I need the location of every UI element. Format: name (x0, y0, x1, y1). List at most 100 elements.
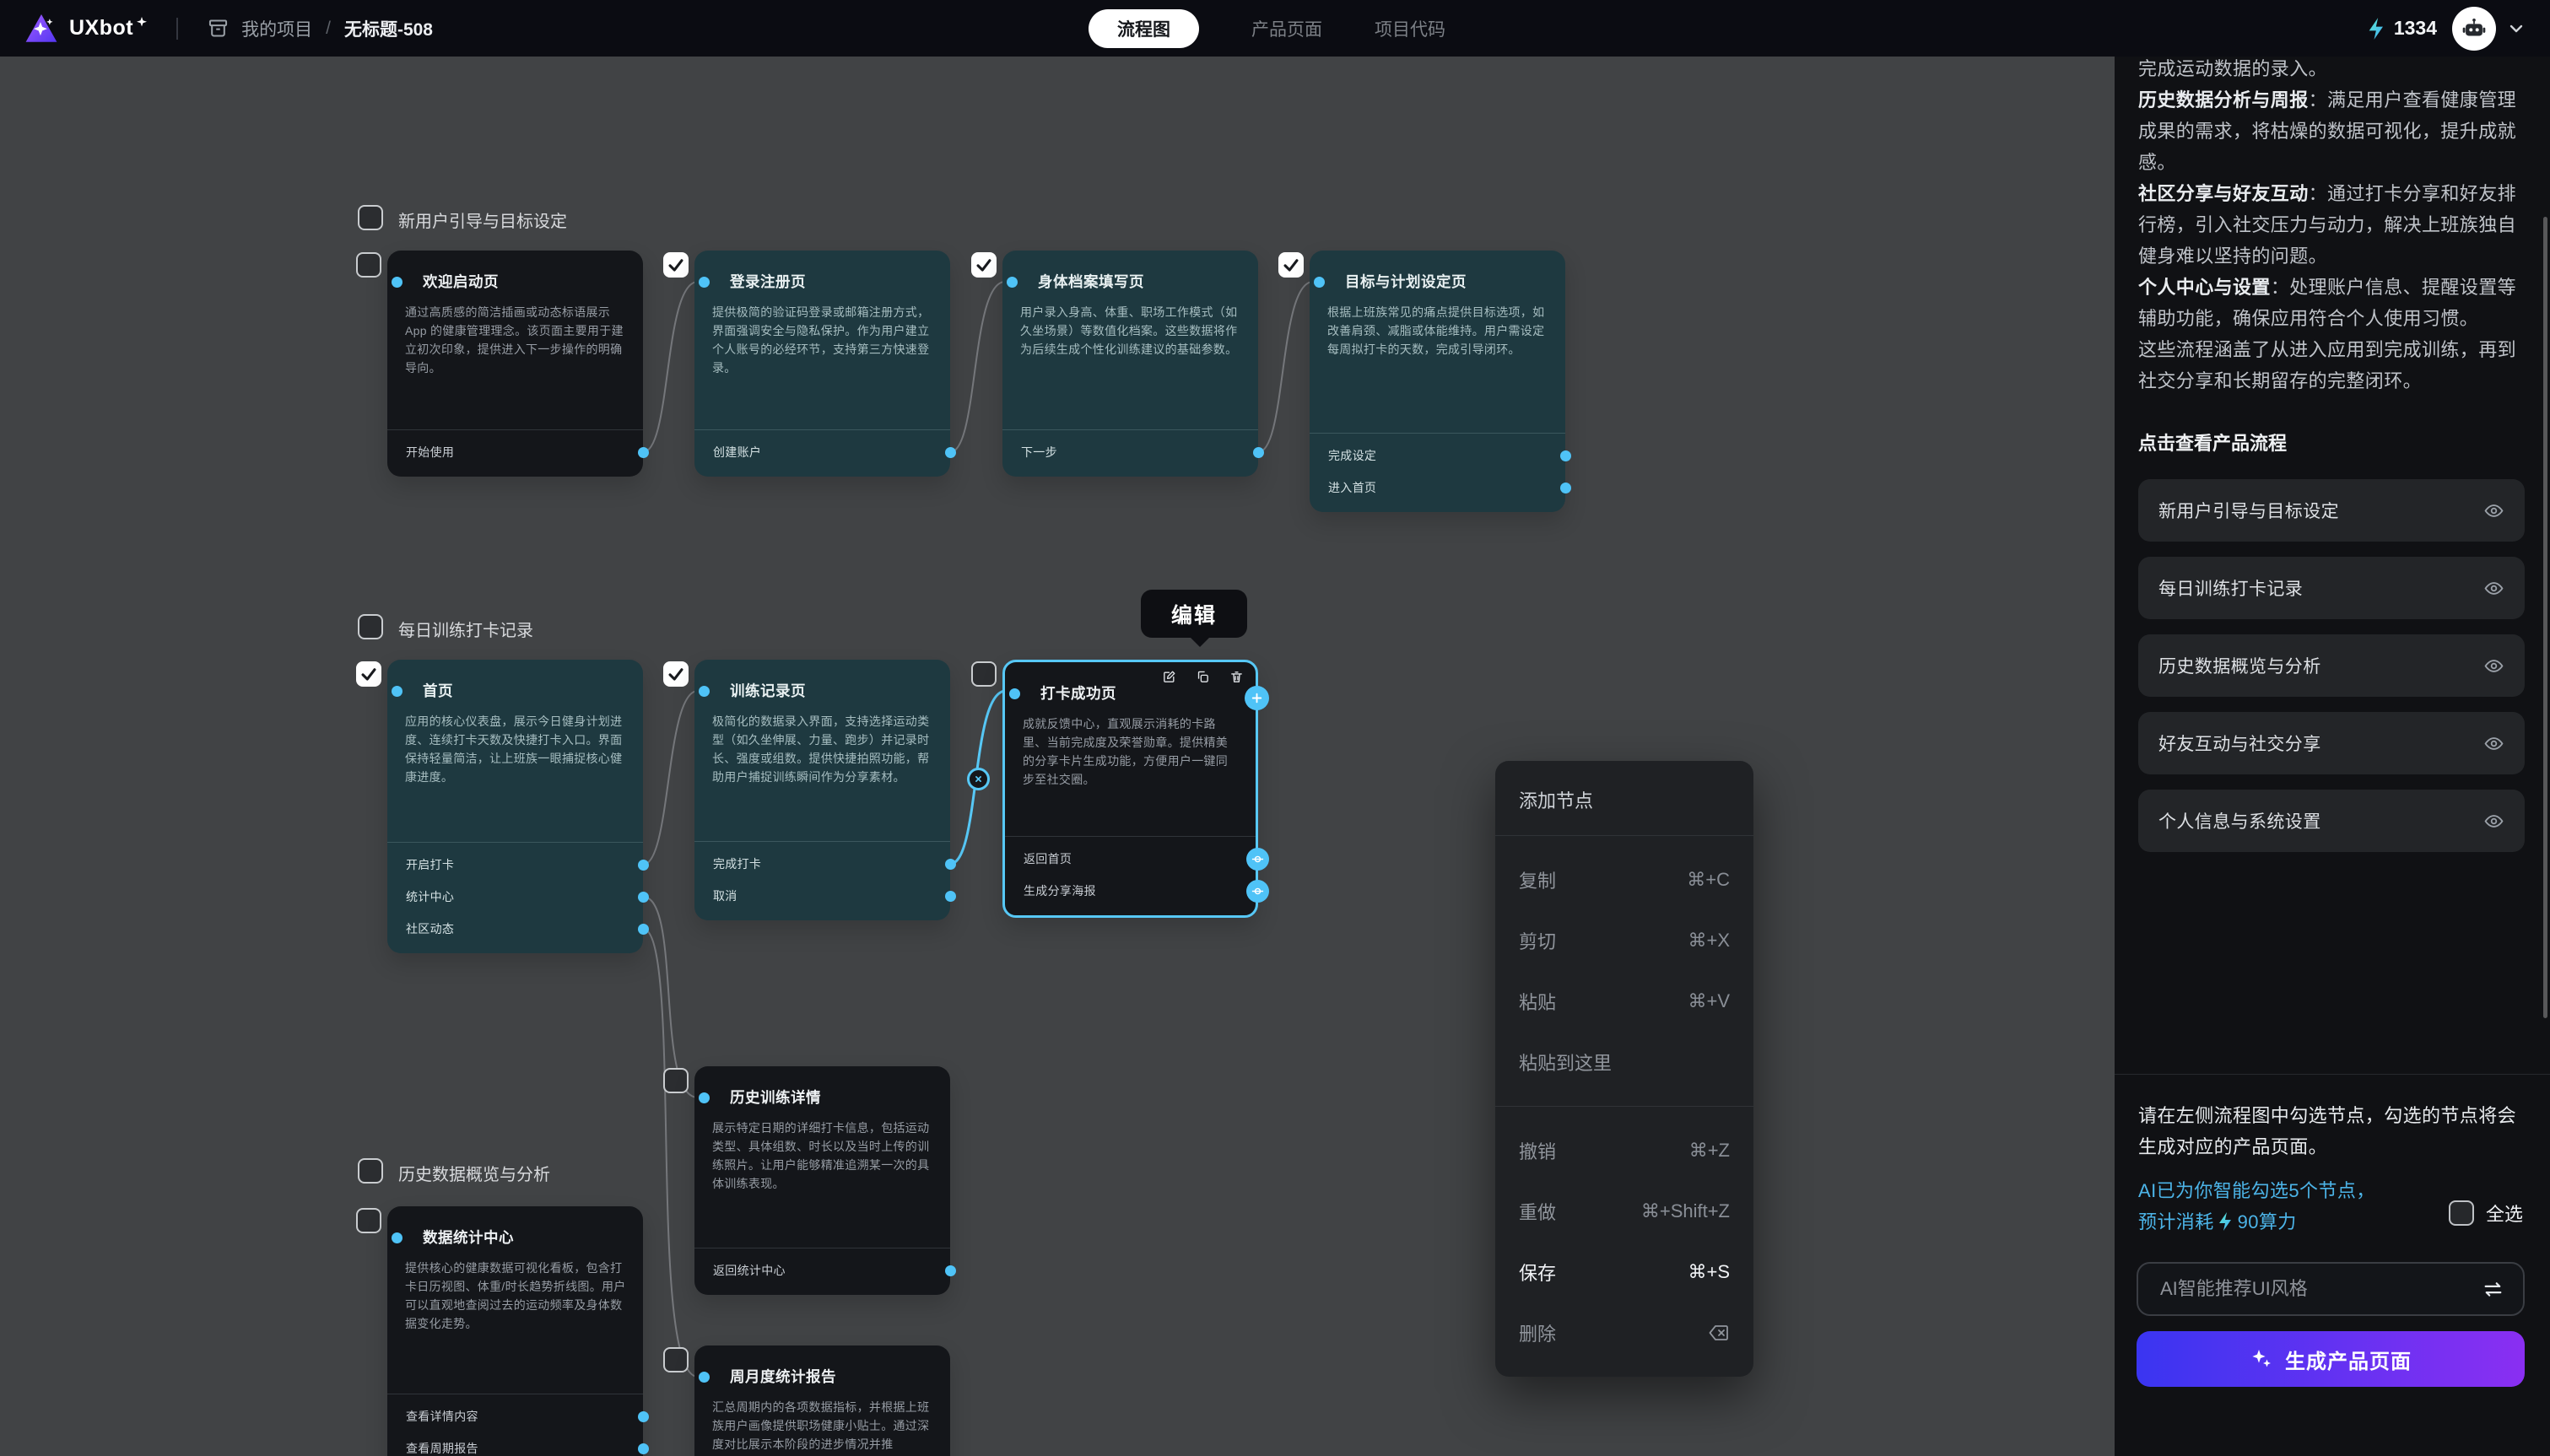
generate-pages-button[interactable]: 生成产品页面 (2137, 1331, 2525, 1387)
node-port-icon[interactable] (1009, 688, 1020, 699)
breadcrumb-project[interactable]: 我的项目 (241, 16, 312, 41)
connector-port-icon[interactable] (945, 1265, 956, 1276)
group-checkbox-2[interactable] (358, 614, 383, 639)
edit-icon[interactable] (1162, 670, 1176, 684)
connector-port-icon[interactable] (945, 447, 956, 458)
connector-port-icon[interactable] (638, 1443, 649, 1454)
flow-node-home[interactable]: 首页应用的核心仪表盘，展示今日健身计划进度、连续打卡天数及快捷打卡入口。界面保持… (387, 660, 643, 953)
group-label: 新用户引导与目标设定 (398, 208, 567, 232)
connector-port-icon[interactable] (638, 860, 649, 871)
flow-node-login[interactable]: 登录注册页提供极简的验证码登录或邮箱注册方式，界面强调安全与隐私保护。作为用户建… (694, 251, 950, 477)
node-action-开启打卡[interactable]: 开启打卡 (387, 849, 643, 881)
sidebar-scroll-area[interactable]: 完成运动数据的录入。历史数据分析与周报：满足用户查看健康管理成果的需求，将枯燥的… (2115, 57, 2550, 1074)
node-checkbox-record[interactable] (663, 661, 689, 687)
node-checkbox-goal[interactable] (1278, 252, 1304, 278)
node-port-icon[interactable] (699, 686, 710, 697)
flow-item-历史数据概览与分析[interactable]: 历史数据概览与分析 (2138, 634, 2525, 697)
node-checkbox-weekly-report[interactable] (663, 1347, 689, 1372)
eye-icon[interactable] (2483, 500, 2504, 521)
connector-port-icon[interactable] (1253, 447, 1264, 458)
duplicate-icon[interactable] (1196, 670, 1210, 684)
flow-item-好友互动与社交分享[interactable]: 好友互动与社交分享 (2138, 712, 2525, 774)
node-action-完成设定[interactable]: 完成设定 (1310, 439, 1565, 472)
menu-item-剪切[interactable]: 剪切⌘+X (1495, 910, 1753, 971)
flow-item-新用户引导与目标设定[interactable]: 新用户引导与目标设定 (2138, 479, 2525, 542)
select-all-checkbox[interactable] (2449, 1200, 2474, 1226)
menu-item-重做[interactable]: 重做⌘+Shift+Z (1495, 1181, 1753, 1242)
eye-icon[interactable] (2483, 733, 2504, 754)
connector-port-icon[interactable] (1246, 880, 1269, 903)
connector-port-icon[interactable] (638, 924, 649, 935)
view-tabs: 流程图 产品页面 项目代码 (1089, 0, 1445, 57)
connector-port-icon[interactable] (945, 891, 956, 902)
flow-node-record[interactable]: 训练记录页极简化的数据录入界面，支持选择运动类型（如久坐伸展、力量、跑步）并记录… (694, 660, 950, 920)
connector-port-icon[interactable] (1560, 483, 1571, 493)
eye-icon[interactable] (2483, 655, 2504, 677)
node-port-icon[interactable] (699, 1372, 710, 1383)
edge-delete-button[interactable] (967, 768, 990, 790)
add-connection-button[interactable] (1245, 686, 1269, 710)
node-checkbox-stats-center[interactable] (356, 1208, 381, 1233)
node-checkbox-welcome[interactable] (356, 252, 381, 278)
node-action-返回统计中心[interactable]: 返回统计中心 (694, 1254, 950, 1286)
tab-项目代码[interactable]: 项目代码 (1375, 16, 1445, 41)
node-port-icon[interactable] (1007, 277, 1018, 288)
node-action-社区动态[interactable]: 社区动态 (387, 913, 643, 945)
trash-icon[interactable] (1229, 670, 1244, 684)
node-action-生成分享海报[interactable]: 生成分享海报 (1005, 875, 1256, 907)
node-checkbox-profile[interactable] (971, 252, 997, 278)
node-action-开始使用[interactable]: 开始使用 (387, 436, 643, 468)
node-checkbox-home[interactable] (356, 661, 381, 687)
node-checkbox-history-detail[interactable] (663, 1068, 689, 1093)
group-checkbox-1[interactable] (358, 205, 383, 230)
tab-产品页面[interactable]: 产品页面 (1251, 16, 1322, 41)
flow-node-profile[interactable]: 身体档案填写页用户录入身高、体重、职场工作模式（如久坐场景）等数值化档案。这些数… (1002, 251, 1258, 477)
ui-style-input[interactable] (2138, 1278, 2482, 1300)
eye-icon[interactable] (2483, 578, 2504, 599)
chevron-down-icon[interactable] (2506, 19, 2526, 39)
flow-item-个人信息与系统设置[interactable]: 个人信息与系统设置 (2138, 790, 2525, 852)
node-action-取消[interactable]: 取消 (694, 880, 950, 912)
node-port-icon[interactable] (699, 277, 710, 288)
node-port-icon[interactable] (392, 277, 402, 288)
flow-node-weekly-report[interactable]: 周月度统计报告汇总周期内的各项数据指标，并根据上班族用户画像提供职场健康小贴士。… (694, 1345, 950, 1456)
connector-port-icon[interactable] (638, 1411, 649, 1422)
swap-icon[interactable] (2482, 1278, 2504, 1301)
node-action-统计中心[interactable]: 统计中心 (387, 881, 643, 913)
flow-node-stats-center[interactable]: 数据统计中心提供核心的健康数据可视化看板，包含打卡日历视图、体重/时长趋势折线图… (387, 1206, 643, 1456)
menu-item-粘贴[interactable]: 粘贴⌘+V (1495, 971, 1753, 1032)
connector-port-icon[interactable] (1246, 848, 1269, 871)
menu-item-撤销[interactable]: 撤销⌘+Z (1495, 1120, 1753, 1181)
flow-item-每日训练打卡记录[interactable]: 每日训练打卡记录 (2138, 557, 2525, 619)
node-action-进入首页[interactable]: 进入首页 (1310, 472, 1565, 504)
eye-icon[interactable] (2483, 811, 2504, 832)
node-action-下一步[interactable]: 下一步 (1002, 436, 1258, 468)
connector-port-icon[interactable] (945, 859, 956, 870)
connector-port-icon[interactable] (638, 892, 649, 903)
sidebar-scrollbar[interactable] (2543, 217, 2547, 1018)
node-port-icon[interactable] (699, 1092, 710, 1103)
group-checkbox-3[interactable] (358, 1158, 383, 1184)
node-port-icon[interactable] (392, 1232, 402, 1243)
menu-item-粘贴到这里[interactable]: 粘贴到这里 (1495, 1032, 1753, 1092)
node-action-返回首页[interactable]: 返回首页 (1005, 843, 1256, 875)
flow-node-history-detail[interactable]: 历史训练详情展示特定日期的详细打卡信息，包括运动类型、具体组数、时长以及当时上传… (694, 1066, 950, 1295)
flow-node-goal[interactable]: 目标与计划设定页根据上班族常见的痛点提供目标选项，如改善肩颈、减脂或体能维持。用… (1310, 251, 1565, 512)
node-port-icon[interactable] (392, 686, 402, 697)
node-action-查看周期报告[interactable]: 查看周期报告 (387, 1432, 643, 1456)
tab-流程图[interactable]: 流程图 (1089, 9, 1199, 48)
flow-node-success[interactable]: 打卡成功页成就反馈中心，直观展示消耗的卡路里、当前完成度及荣誉勋章。提供精美的分… (1002, 660, 1258, 918)
connector-port-icon[interactable] (638, 447, 649, 458)
menu-item-复制[interactable]: 复制⌘+C (1495, 849, 1753, 910)
node-action-查看详情内容[interactable]: 查看详情内容 (387, 1400, 643, 1432)
node-checkbox-success[interactable] (971, 661, 997, 687)
flow-node-welcome[interactable]: 欢迎启动页通过高质感的简洁插画或动态标语展示App 的健康管理理念。该页面主要用… (387, 251, 643, 477)
avatar[interactable] (2452, 7, 2496, 51)
menu-item-保存[interactable]: 保存⌘+S (1495, 1242, 1753, 1302)
node-port-icon[interactable] (1314, 277, 1325, 288)
connector-port-icon[interactable] (1560, 450, 1571, 461)
node-checkbox-login[interactable] (663, 252, 689, 278)
node-action-完成打卡[interactable]: 完成打卡 (694, 848, 950, 880)
node-action-创建账户[interactable]: 创建账户 (694, 436, 950, 468)
menu-item-删除[interactable]: 删除 (1495, 1302, 1753, 1363)
